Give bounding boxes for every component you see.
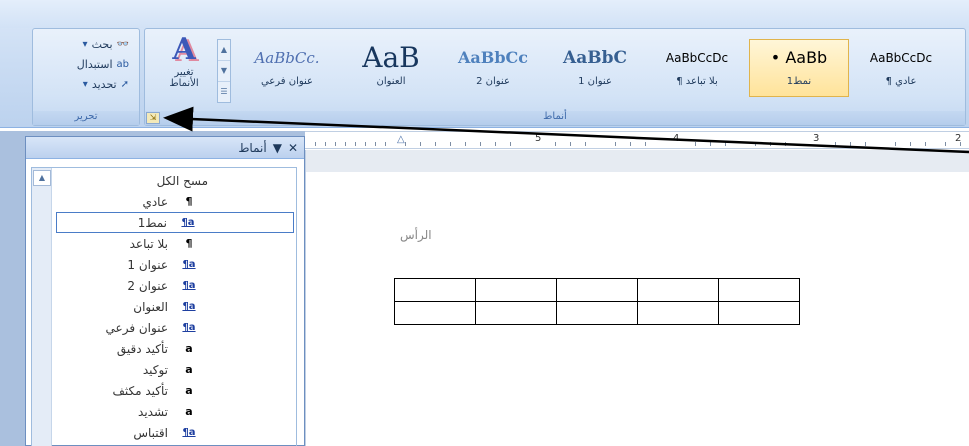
annotation-arrow [163, 106, 969, 154]
arrow-line [163, 106, 969, 154]
